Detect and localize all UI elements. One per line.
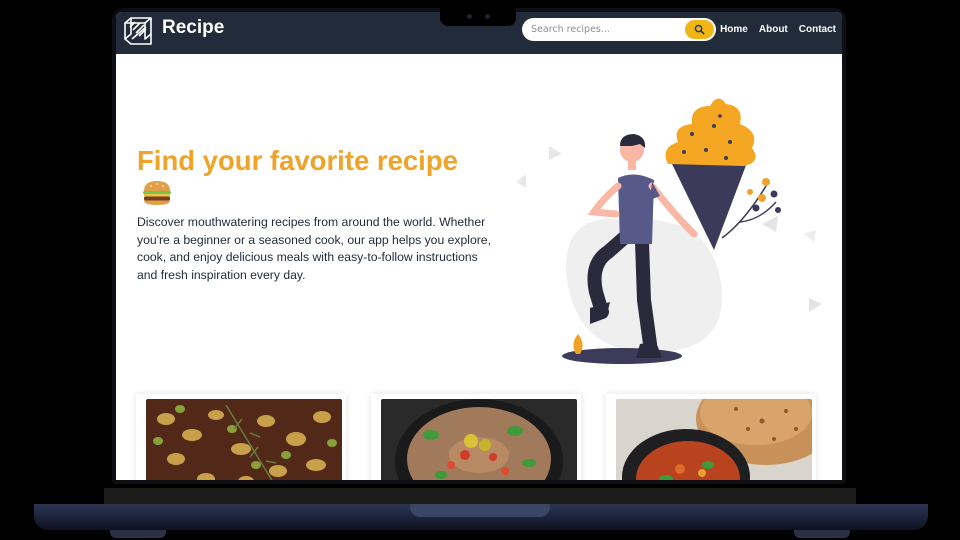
bean-dip-bowl-image[interactable] (381, 399, 577, 480)
recipe-card[interactable] (371, 394, 581, 480)
nav-links: Home About Contact (720, 24, 836, 35)
nav-link-home[interactable]: Home (720, 24, 748, 35)
logo-icon[interactable] (122, 15, 154, 47)
recipe-card[interactable] (606, 394, 816, 480)
nav-link-contact[interactable]: Contact (799, 24, 836, 35)
laptop-screen: Recipe Home About Contact Find your favo… (116, 12, 842, 480)
camera-dot (485, 14, 490, 19)
nav-link-about[interactable]: About (759, 24, 788, 35)
chocolate-bark-image[interactable] (146, 399, 342, 480)
hero-illustration (516, 98, 822, 364)
hero-description: Discover mouthwatering recipes from arou… (137, 215, 491, 282)
search-bar (522, 18, 716, 41)
camera-notch (440, 8, 516, 26)
laptop-foot (110, 530, 166, 538)
camera-dot (467, 14, 472, 19)
brand-name[interactable]: Recipe (162, 17, 224, 39)
curry-with-flatbread-image[interactable] (616, 399, 812, 480)
laptop-base-notch (410, 504, 550, 517)
search-button[interactable] (685, 20, 714, 39)
search-icon (694, 24, 705, 35)
search-input[interactable] (522, 18, 682, 41)
hero-title: Find your favorite recipe (137, 145, 458, 176)
laptop-foot (794, 530, 850, 538)
recipe-card[interactable] (136, 394, 346, 480)
laptop-hinge (104, 488, 856, 504)
burger-emoji-icon (143, 181, 171, 205)
